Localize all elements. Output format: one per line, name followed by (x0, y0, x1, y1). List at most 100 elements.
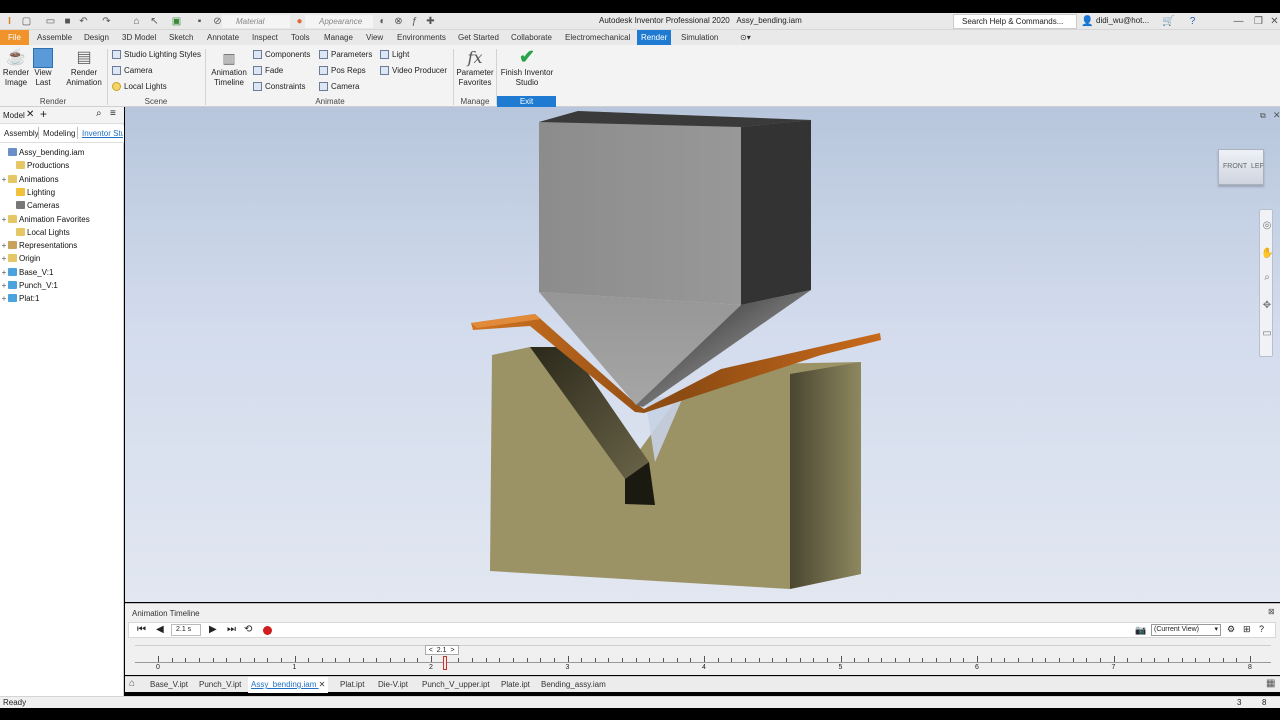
zoom-icon[interactable]: ⌕ (1261, 272, 1273, 283)
parameters-button[interactable]: Parameters (319, 50, 372, 60)
viewcube[interactable]: FRONT LEF (1218, 149, 1264, 185)
subtab-assembly[interactable]: Assembly (4, 129, 39, 138)
doc-tab[interactable]: Die-V.ipt (378, 677, 408, 693)
expand-action-editor-icon[interactable]: ⊞ (1243, 624, 1251, 635)
tree-item[interactable]: Assy_bending.iam (0, 147, 84, 159)
studio-lighting-styles-button[interactable]: Studio Lighting Styles (112, 50, 201, 60)
tab-get-started[interactable]: Get Started (454, 30, 503, 45)
tree-item[interactable]: Lighting (8, 187, 55, 199)
home-icon[interactable]: ⌂ (129, 678, 135, 689)
tab-render[interactable]: Render (637, 30, 672, 45)
tree-item[interactable]: + Animations (0, 174, 59, 186)
time-forward-icon[interactable]: > (450, 647, 454, 654)
undo-icon[interactable]: ↶ (77, 15, 90, 28)
tab-annotate[interactable]: Annotate (203, 30, 243, 45)
tab-collaborate[interactable]: Collaborate (507, 30, 556, 45)
clear-icon[interactable]: ⊗ (392, 15, 405, 28)
tree-item[interactable]: + Representations (0, 240, 77, 252)
open-file-icon[interactable]: ▭ (44, 15, 57, 28)
update-icon[interactable]: ▣ (170, 15, 183, 28)
local-lights-button[interactable]: Local Lights (112, 82, 167, 92)
video-producer-button[interactable]: Video Producer (380, 66, 447, 76)
appearance-dropdown[interactable]: Appearance (305, 15, 373, 28)
tab-assemble[interactable]: Assemble (33, 30, 76, 45)
redo-icon[interactable]: ↷ (100, 15, 113, 28)
record-icon[interactable] (263, 626, 272, 635)
loop-icon[interactable]: ⟲ (244, 624, 252, 635)
components-button[interactable]: Components (253, 50, 310, 60)
doc-tab[interactable]: Base_V.ipt (150, 677, 188, 693)
expand-icon[interactable]: + (0, 253, 8, 265)
expand-icon[interactable]: + (0, 214, 8, 226)
pos-reps-button[interactable]: Pos Reps (319, 66, 366, 76)
time-slider-marker[interactable] (442, 656, 447, 670)
measure-icon[interactable]: ▪ (193, 15, 206, 28)
search-input[interactable]: Search Help & Commands... (953, 14, 1077, 29)
timeline-settings-icon[interactable]: ⚙ (1227, 624, 1235, 635)
look-at-icon[interactable]: ▭ (1261, 328, 1273, 339)
tab-simulation[interactable]: Simulation (677, 30, 722, 45)
search-icon[interactable]: ⌕ (96, 108, 102, 119)
tab-file[interactable]: File (0, 30, 29, 45)
expand-icon[interactable]: + (0, 280, 8, 292)
tab-electromechanical[interactable]: Electromechanical (561, 30, 634, 45)
tab-view[interactable]: View (362, 30, 387, 45)
adjust-icon[interactable]: ◐ (376, 15, 389, 28)
minimize-icon[interactable]: — (1232, 15, 1245, 28)
timeline-ruler[interactable]: 0 1 2 3 4 5 6 7 8 < 2.1 > (135, 645, 1271, 673)
tab-design[interactable]: Design (80, 30, 113, 45)
new-file-icon[interactable]: ▢ (20, 15, 33, 28)
camera-button[interactable]: Camera (112, 66, 152, 76)
expand-icon[interactable]: + (0, 174, 8, 186)
timeline-help-icon[interactable]: ? (1259, 624, 1264, 634)
tree-item[interactable]: Productions (8, 160, 69, 172)
user-account[interactable]: didi_wu@hot... (1096, 16, 1149, 25)
tab-3d-model[interactable]: 3D Model (118, 30, 160, 45)
tab-sketch[interactable]: Sketch (165, 30, 197, 45)
current-time-box[interactable]: < 2.1 > (424, 645, 459, 655)
menu-icon[interactable]: ≡ (110, 108, 116, 119)
expand-icon[interactable]: + (0, 240, 8, 252)
tab-tools[interactable]: Tools (287, 30, 314, 45)
help-icon[interactable]: ? (1186, 15, 1199, 28)
doc-tab[interactable]: Punch_V_upper.ipt (422, 677, 490, 693)
time-back-icon[interactable]: < (429, 647, 433, 654)
parameter-favorites-button[interactable]: fx Parameter Favorites (455, 48, 495, 88)
orbit-icon[interactable]: ✥ (1261, 300, 1273, 311)
restore-icon[interactable]: ❐ (1252, 15, 1265, 28)
doc-tab[interactable]: Plat.ipt (340, 677, 364, 693)
add-browser-icon[interactable]: + (40, 107, 47, 121)
tree-item[interactable]: Local Lights (8, 227, 70, 239)
close-tab-icon[interactable]: ✕ (319, 677, 326, 693)
tree-item[interactable]: Cameras (8, 200, 59, 212)
play-icon[interactable]: ▶ (209, 624, 217, 635)
animation-timeline-button[interactable]: ▥ Animation Timeline (208, 48, 250, 88)
steering-wheel-icon[interactable]: ◎ (1261, 220, 1273, 231)
viewcube-left[interactable]: LEF (1251, 163, 1264, 170)
tree-item[interactable]: + Plat:1 (0, 293, 39, 305)
subtab-modeling[interactable]: Modeling (43, 129, 75, 138)
camera-icon[interactable]: 📷 (1135, 625, 1146, 636)
graphics-viewport[interactable]: FRONT LEF ⧉ ✕ ◎ ✋ ⌕ ✥ ▭ (125, 107, 1280, 602)
tree-item[interactable]: + Animation Favorites (0, 214, 90, 226)
close-icon[interactable]: ✕ (1268, 15, 1280, 28)
animate-camera-button[interactable]: Camera (319, 82, 359, 92)
finish-inventor-studio-button[interactable]: ✔ Finish Inventor Studio (498, 48, 556, 88)
view-last-button[interactable]: View Last (32, 48, 54, 88)
doc-tab[interactable]: Plate.ipt (501, 677, 530, 693)
tree-item[interactable]: + Punch_V:1 (0, 280, 58, 292)
plus-icon[interactable]: ✚ (424, 15, 437, 28)
select-icon[interactable]: ↖ (148, 15, 161, 28)
inventor-logo-icon[interactable]: I (3, 15, 16, 28)
tree-item[interactable]: + Base_V:1 (0, 267, 53, 279)
expand-icon[interactable]: + (0, 267, 8, 279)
doc-tab-active[interactable]: Assy_bending.iam ✕ (248, 677, 329, 693)
light-button[interactable]: Light (380, 50, 409, 60)
tab-inspect[interactable]: Inspect (248, 30, 282, 45)
material-dropdown[interactable]: Material (222, 15, 290, 28)
time-input[interactable]: 2.1 s (171, 624, 201, 636)
go-to-end-icon[interactable]: ⏭ (227, 624, 236, 635)
close-viewport-icon[interactable]: ✕ (1273, 110, 1280, 121)
constraints-button[interactable]: Constraints (253, 82, 305, 92)
save-icon[interactable]: ■ (61, 15, 74, 28)
